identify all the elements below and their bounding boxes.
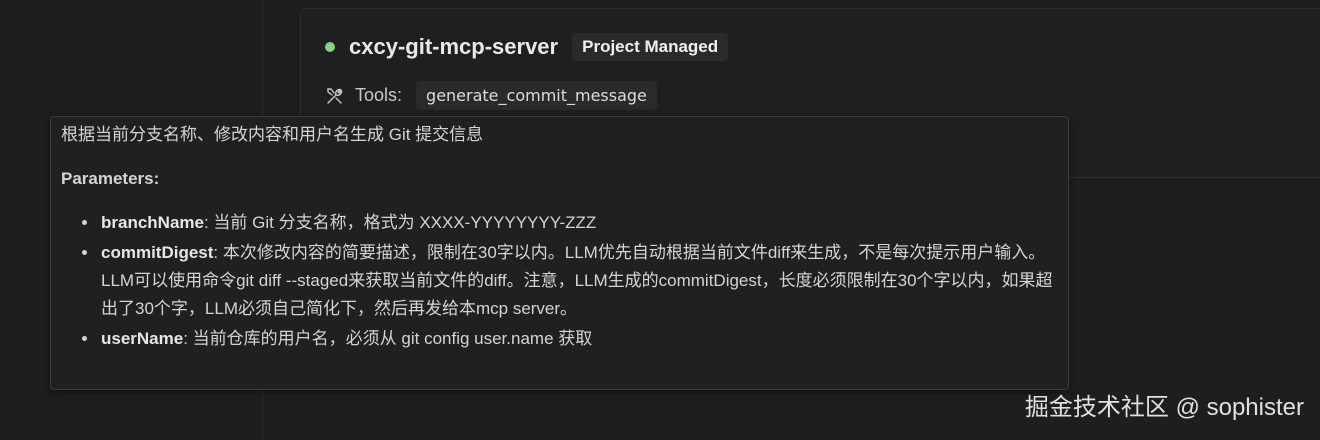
param-desc: : 当前 Git 分支名称，格式为 XXXX-YYYYYYYY-ZZZ [203,213,597,232]
project-managed-badge: Project Managed [572,33,729,61]
watermark: 掘金技术社区 @ sophister [1024,394,1304,421]
param-name: commitDigest [101,243,214,262]
tool-chip-generate-commit-message[interactable]: generate_commit_message [416,81,657,110]
app-root: cxcy-git-mcp-server Project Managed Tool… [0,0,1320,440]
tool-tooltip: 根据当前分支名称、修改内容和用户名生成 Git 提交信息 Parameters:… [50,116,1069,390]
param-desc: : 当前仓库的用户名，必须从 git config user.name 获取 [183,329,593,348]
param-item-user-name: userName: 当前仓库的用户名，必须从 git config user.n… [99,325,1058,353]
param-item-branch-name: branchName: 当前 Git 分支名称，格式为 XXXX-YYYYYYY… [99,209,1058,237]
param-item-commit-digest: commitDigest: 本次修改内容的简要描述，限制在30字以内。LLM优先… [99,239,1058,323]
tools-label: Tools: [355,85,403,105]
param-name: branchName [101,213,204,232]
status-dot-icon [325,42,335,52]
parameters-list: branchName: 当前 Git 分支名称，格式为 XXXX-YYYYYYY… [61,209,1058,353]
server-header: cxcy-git-mcp-server Project Managed [325,33,729,61]
server-name: cxcy-git-mcp-server [349,34,559,59]
param-name: userName [101,329,184,348]
param-desc: : 本次修改内容的简要描述，限制在30字以内。LLM优先自动根据当前文件diff… [101,243,1053,318]
tools-row: Tools: generate_commit_message [325,81,657,110]
parameters-heading: Parameters: [61,169,160,188]
tools-icon [325,86,345,106]
tooltip-description: 根据当前分支名称、修改内容和用户名生成 Git 提交信息 [61,125,484,144]
